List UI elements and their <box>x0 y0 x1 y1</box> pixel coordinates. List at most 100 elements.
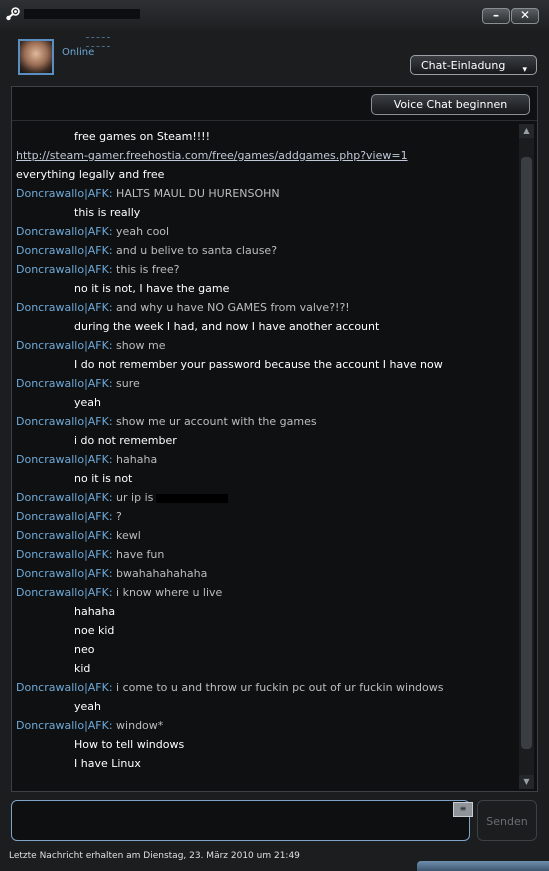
message-sender[interactable]: Doncrawallo|AFK: <box>16 491 113 504</box>
chat-message: Doncrawallo|AFK: ur ip is <box>16 488 516 507</box>
message-text: this is free? <box>116 263 180 276</box>
message-input[interactable] <box>11 800 470 841</box>
message-text: yeah cool <box>116 225 170 238</box>
chat-message: noe kid <box>16 621 516 640</box>
title-redacted <box>24 9 140 19</box>
message-text: free games on Steam!!!! <box>74 130 210 143</box>
chat-invite-label: Chat-Einladung <box>421 59 506 72</box>
voice-chat-button[interactable]: Voice Chat beginnen <box>371 94 530 115</box>
message-sender[interactable]: Doncrawallo|AFK: <box>16 263 113 276</box>
chat-message: I have Linux <box>16 754 516 773</box>
message-text: i know where u live <box>116 586 223 599</box>
presence-status: Online <box>62 47 95 58</box>
message-text: yeah <box>74 700 101 713</box>
chat-message: everything legally and free <box>16 165 516 184</box>
message-text: show me ur account with the games <box>116 415 317 428</box>
message-text: sure <box>116 377 140 390</box>
scroll-down-icon[interactable]: ▼ <box>519 775 534 789</box>
avatar[interactable] <box>18 39 54 75</box>
chevron-down-icon: ▾ <box>522 65 527 75</box>
chat-message: neo <box>16 640 516 659</box>
scrollbar[interactable]: ▲ ▼ <box>519 124 534 789</box>
message-sender[interactable]: Doncrawallo|AFK: <box>16 377 113 390</box>
chat-message: yeah <box>16 393 516 412</box>
minimize-button[interactable]: – <box>482 8 510 24</box>
message-text: show me <box>116 339 166 352</box>
chat-message: hahaha <box>16 602 516 621</box>
chat-message: this is really <box>16 203 516 222</box>
message-text: noe kid <box>74 624 115 637</box>
message-text: I have Linux <box>74 757 141 770</box>
chat-message: Doncrawallo|AFK: and u belive to santa c… <box>16 241 516 260</box>
message-sender[interactable]: Doncrawallo|AFK: <box>16 548 113 561</box>
message-text: this is really <box>74 206 141 219</box>
message-sender[interactable]: Doncrawallo|AFK: <box>16 529 113 542</box>
redacted-ip <box>156 493 229 503</box>
chat-message: I do not remember your password because … <box>16 355 516 374</box>
message-text: How to tell windows <box>74 738 185 751</box>
steam-icon <box>6 7 20 21</box>
message-text: have fun <box>116 548 165 561</box>
chat-message: Doncrawallo|AFK: yeah cool <box>16 222 516 241</box>
message-sender[interactable]: Doncrawallo|AFK: <box>16 244 113 257</box>
chat-message: no it is not <box>16 469 516 488</box>
chat-message: Doncrawallo|AFK: window* <box>16 716 516 735</box>
message-text: kewl <box>116 529 141 542</box>
message-text: bwahahahahaha <box>116 567 208 580</box>
scroll-thumb[interactable] <box>521 157 532 749</box>
message-text: everything legally and free <box>16 168 165 181</box>
chat-message: kid <box>16 659 516 678</box>
message-sender[interactable]: Doncrawallo|AFK: <box>16 567 113 580</box>
scroll-up-icon[interactable]: ▲ <box>519 124 534 138</box>
chat-message: Doncrawallo|AFK: sure <box>16 374 516 393</box>
message-text: no it is not <box>74 472 133 485</box>
message-sender[interactable]: Doncrawallo|AFK: <box>16 301 113 314</box>
message-text: no it is not, I have the game <box>74 282 230 295</box>
message-sender[interactable]: Doncrawallo|AFK: <box>16 187 113 200</box>
message-sender[interactable]: Doncrawallo|AFK: <box>16 453 113 466</box>
adjacent-window-tab[interactable] <box>417 861 549 871</box>
message-text: during the week I had, and now I have an… <box>74 320 380 333</box>
message-sender[interactable]: Doncrawallo|AFK: <box>16 510 113 523</box>
message-text: kid <box>74 662 91 675</box>
message-text: and why u have NO GAMES from valve?!?! <box>116 301 350 314</box>
chat-message: free games on Steam!!!! <box>16 127 516 146</box>
chat-message: Doncrawallo|AFK: i come to u and throw u… <box>16 678 516 697</box>
chat-message: Doncrawallo|AFK: and why u have NO GAMES… <box>16 298 516 317</box>
chat-message: i do not remember <box>16 431 516 450</box>
chat-message: Doncrawallo|AFK: HALTS MAUL DU HURENSOHN <box>16 184 516 203</box>
message-sender[interactable]: Doncrawallo|AFK: <box>16 719 113 732</box>
chat-message: during the week I had, and now I have an… <box>16 317 516 336</box>
title-bar[interactable]: – ✕ <box>0 0 549 30</box>
chat-message: Doncrawallo|AFK: i know where u live <box>16 583 516 602</box>
close-button[interactable]: ✕ <box>511 8 539 24</box>
message-sender[interactable]: Doncrawallo|AFK: <box>16 225 113 238</box>
message-text: I do not remember your password because … <box>74 358 443 371</box>
emoticon-icon[interactable]: ≡ <box>453 802 473 817</box>
chat-invite-dropdown[interactable]: Chat-Einladung ▾ <box>410 55 537 75</box>
message-sender[interactable]: Doncrawallo|AFK: <box>16 681 113 694</box>
divider <box>12 120 537 121</box>
chat-message: no it is not, I have the game <box>16 279 516 298</box>
message-text: HALTS MAUL DU HURENSOHN <box>116 187 280 200</box>
message-text: ur ip is <box>116 491 154 504</box>
chat-message: How to tell windows <box>16 735 516 754</box>
friend-name-redacted <box>86 37 110 47</box>
message-sender[interactable]: Doncrawallo|AFK: <box>16 339 113 352</box>
message-sender[interactable]: Doncrawallo|AFK: <box>16 586 113 599</box>
message-text: i come to u and throw ur fuckin pc out o… <box>116 681 444 694</box>
message-text: yeah <box>74 396 101 409</box>
chat-message: Doncrawallo|AFK: ? <box>16 507 516 526</box>
send-button[interactable]: Senden <box>477 800 537 841</box>
message-link[interactable]: http://steam-gamer.freehostia.com/free/g… <box>16 149 408 162</box>
message-sender[interactable]: Doncrawallo|AFK: <box>16 415 113 428</box>
message-text: window* <box>116 719 164 732</box>
message-list: free games on Steam!!!! http://steam-game… <box>16 127 516 773</box>
message-text: neo <box>74 643 95 656</box>
message-text: and u belive to santa clause? <box>116 244 278 257</box>
chat-message: Doncrawallo|AFK: show me ur account with… <box>16 412 516 431</box>
chat-message: Doncrawallo|AFK: bwahahahahaha <box>16 564 516 583</box>
last-message-status: Letzte Nachricht erhalten am Dienstag, 2… <box>9 851 300 861</box>
chat-message: Doncrawallo|AFK: show me <box>16 336 516 355</box>
chat-message: Doncrawallo|AFK: kewl <box>16 526 516 545</box>
